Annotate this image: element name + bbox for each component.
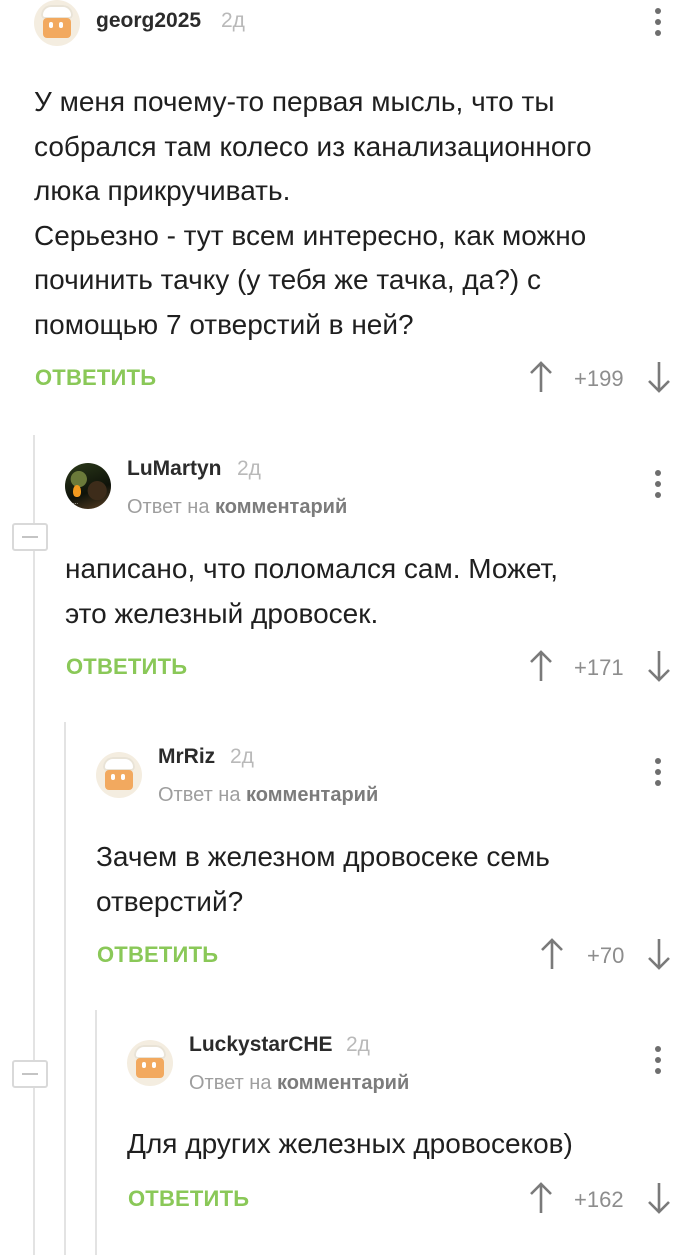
comment-text-line: починить тачку (у тебя же тачка, да?) с xyxy=(34,264,541,295)
reply-button[interactable]: ОТВЕТИТЬ xyxy=(97,942,218,968)
comment-time: 2д xyxy=(221,9,245,32)
comment-text-line: Зачем в железном дровосеке семь xyxy=(96,841,550,872)
arrow-down-icon[interactable] xyxy=(646,360,672,394)
username[interactable]: LuMartyn xyxy=(127,457,222,481)
comment-text-line: собрался там колесо из канализационного xyxy=(34,130,592,162)
comment-text-line: это железный дровосек. xyxy=(65,597,379,629)
photo-avatar[interactable]: ... xyxy=(65,463,111,509)
arrow-up-icon[interactable] xyxy=(528,360,554,394)
comment-text: У меня почему-то первая мысль, что ты со… xyxy=(34,80,592,347)
reply-to-link[interactable]: комментарий xyxy=(215,496,347,518)
vote-score: +162 xyxy=(574,1187,624,1212)
comment-text-line: Для других железных дровосеков) xyxy=(127,1128,573,1159)
reply-to-label: Ответ на комментарий xyxy=(127,496,348,518)
username[interactable]: georg2025 xyxy=(96,9,201,33)
comment-text-line: У меня почему-то первая мысль, что ты xyxy=(34,86,555,117)
kebab-menu-icon[interactable] xyxy=(654,1046,662,1076)
comment-time: 2д xyxy=(237,457,261,480)
collapse-thread-icon[interactable] xyxy=(12,523,48,551)
comment-time: 2д xyxy=(230,745,254,768)
comment-text: Зачем в железном дровосеке семь отверсти… xyxy=(96,835,550,924)
reply-button[interactable]: ОТВЕТИТЬ xyxy=(66,654,187,680)
vote-score: +199 xyxy=(574,366,624,391)
arrow-up-icon[interactable] xyxy=(539,937,565,971)
username[interactable]: LuckystarCHE xyxy=(189,1033,333,1057)
vote-score: +70 xyxy=(587,943,625,968)
reply-button[interactable]: ОТВЕТИТЬ xyxy=(128,1186,249,1212)
house-avatar[interactable] xyxy=(96,752,142,798)
kebab-menu-icon[interactable] xyxy=(654,758,662,788)
comment-text-line: помощью 7 отверстий в ней? xyxy=(34,308,414,340)
arrow-down-icon[interactable] xyxy=(646,937,672,971)
reply-to-link[interactable]: комментарий xyxy=(277,1072,409,1094)
thread-line-level-3 xyxy=(95,1010,97,1255)
comment-text: написано, что поломался сам. Может, это … xyxy=(65,547,558,636)
comment-text-line: отверстий? xyxy=(96,885,244,917)
comment-text-line: написано, что поломался сам. Может, xyxy=(65,553,559,584)
house-avatar[interactable] xyxy=(127,1040,173,1086)
house-avatar[interactable] xyxy=(34,0,80,46)
thread-line-level-2 xyxy=(64,722,66,1255)
vote-score: +171 xyxy=(574,655,624,680)
arrow-down-icon[interactable] xyxy=(646,1181,672,1215)
username[interactable]: MrRiz xyxy=(158,745,215,769)
arrow-up-icon[interactable] xyxy=(528,1181,554,1215)
thread-line-level-1 xyxy=(33,435,35,1255)
comment-text-line: Серьезно - тут всем интересно, как можно xyxy=(34,219,587,251)
comment-text-line: люка прикручивать. xyxy=(34,175,291,206)
kebab-menu-icon[interactable] xyxy=(654,470,662,500)
comment-text: Для других железных дровосеков) xyxy=(127,1122,573,1167)
comment-time: 2д xyxy=(346,1033,370,1056)
arrow-up-icon[interactable] xyxy=(528,649,554,683)
reply-to-link[interactable]: комментарий xyxy=(246,784,378,806)
collapse-thread-icon[interactable] xyxy=(12,1060,48,1088)
arrow-down-icon[interactable] xyxy=(646,649,672,683)
reply-to-label: Ответ на комментарий xyxy=(158,784,379,806)
reply-to-label: Ответ на комментарий xyxy=(189,1072,410,1094)
reply-button[interactable]: ОТВЕТИТЬ xyxy=(35,365,156,391)
kebab-menu-icon[interactable] xyxy=(654,8,662,38)
